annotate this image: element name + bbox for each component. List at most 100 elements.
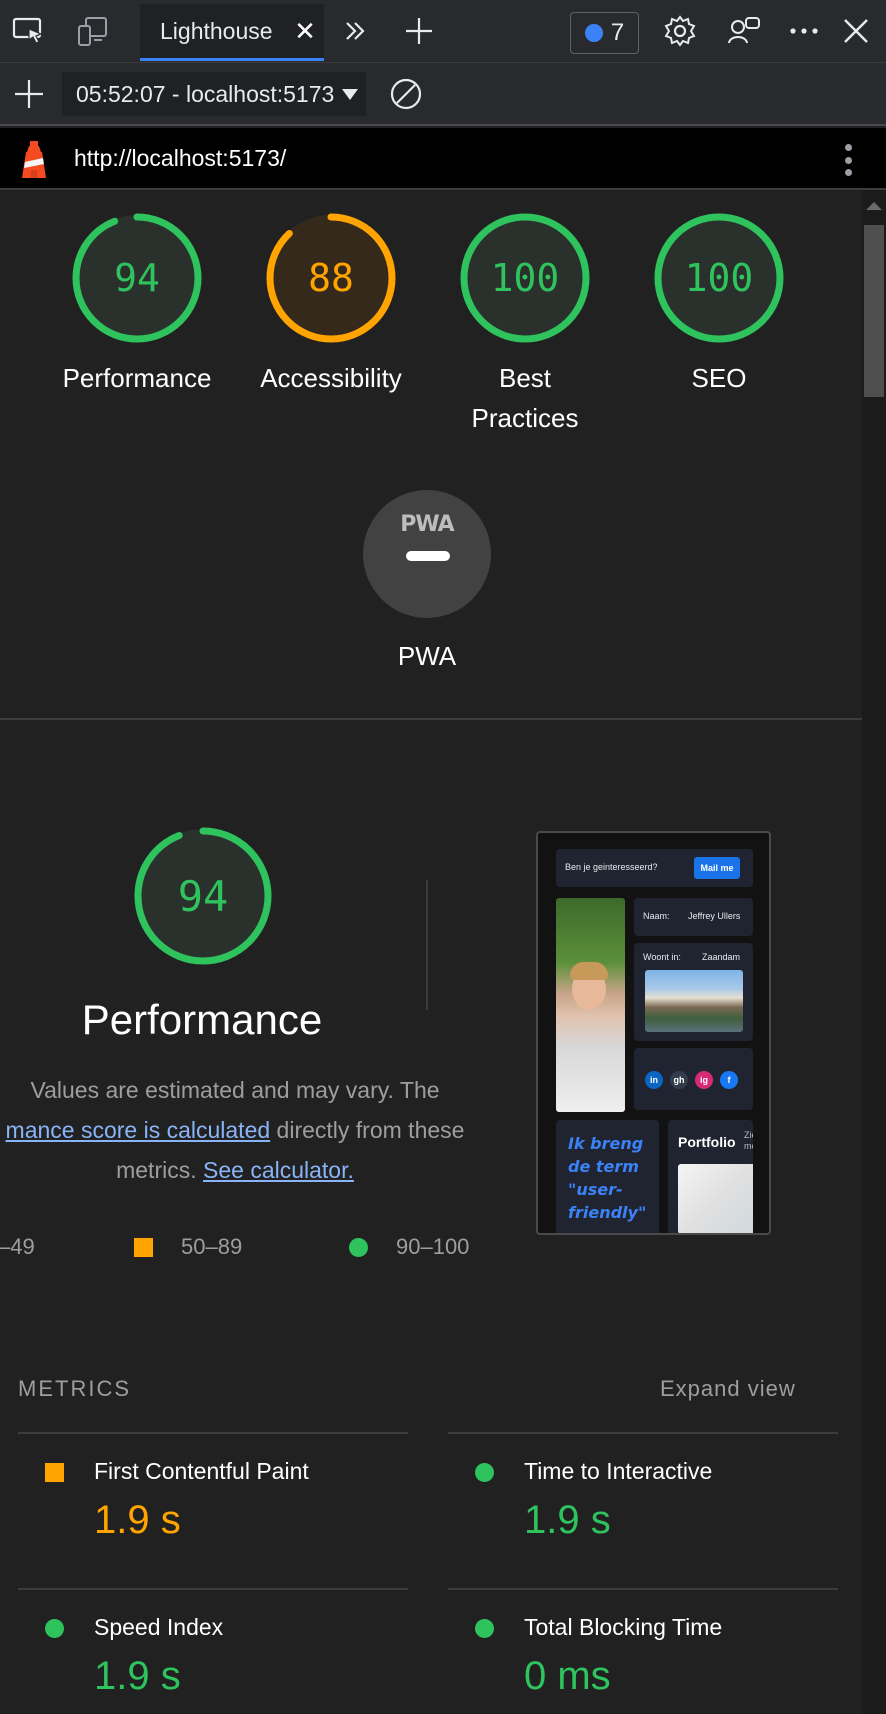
seo-score: 100 [684,256,754,300]
legend-fail-range: –49 [0,1234,35,1259]
close-devtools-icon[interactable] [835,10,877,52]
report-menu-icon[interactable] [838,140,858,180]
tab-lighthouse-label: Lighthouse [160,17,273,44]
more-tabs-icon[interactable] [334,10,376,52]
average-square-icon [45,1463,64,1482]
more-options-icon[interactable] [783,10,825,52]
feedback-icon[interactable] [723,10,765,52]
pass-circle-icon [475,1619,494,1638]
report-select[interactable]: 05:52:07 - localhost:5173 [62,72,366,116]
metrics-heading: METRICS [18,1376,131,1401]
thumb-profile-photo [556,898,625,1112]
thumb-name-label: Naam: [643,911,670,921]
dropdown-arrow-icon [342,88,359,100]
thumb-quote-card: Ik breng de term "user-friendly" [556,1120,659,1233]
accessibility-gauge[interactable]: 88 [263,210,399,346]
report-select-value: 05:52:07 - localhost:5173 [76,80,335,107]
best-practices-gauge[interactable]: 100 [457,210,593,346]
scrollbar-thumb[interactable] [864,225,884,397]
pwa-gauge[interactable]: PWA [363,490,491,618]
performance-description: Values are estimated and may vary. The m… [0,1070,490,1190]
report-url[interactable]: http://localhost:5173/ [74,145,286,172]
gear-icon[interactable] [659,10,701,52]
pass-circle-icon [45,1619,64,1638]
best-practices-label: Best Practices [425,358,625,438]
metric-first-contentful-paint: First Contentful Paint 1.9 s [18,1452,408,1602]
metric-label: First Contentful Paint [94,1458,309,1484]
thumb-city-card: Woont in: Zaandam [634,943,753,1041]
linkedin-icon: in [645,1071,663,1089]
thumb-banner: Ben je geinteresseerd? Mail me [556,849,753,887]
thumb-mail-button: Mail me [694,857,740,879]
average-square-icon [134,1237,153,1257]
tab-lighthouse[interactable]: Lighthouse ✕ [140,4,324,61]
thumb-city-value: Zaandam [702,952,741,962]
score-calculation-link[interactable]: mance score is calculated [6,1117,271,1143]
metric-divider [18,1432,408,1434]
pwa-label: PWA [397,641,457,671]
pass-circle-icon [475,1463,494,1482]
metric-value: 1.9 s [524,1498,611,1542]
thumb-social-card: in gh ig f [634,1048,753,1110]
legend-pass-range: 90–100 [396,1234,470,1259]
pwa-badge-icon: PWA [400,512,454,537]
vertical-divider [426,880,428,1010]
section-divider [0,718,862,720]
best-practices-score: 100 [490,256,560,300]
scroll-up-arrow-icon[interactable] [866,202,882,210]
performance-gauge[interactable]: 94 [69,210,205,346]
thumb-quote: Ik breng de term "user-friendly" [568,1134,647,1222]
pass-circle-icon [349,1237,368,1257]
metric-time-to-interactive: Time to Interactive 1.9 s [448,1452,838,1602]
final-screenshot[interactable]: Ben je geinteresseerd? Mail me Naam: Jef… [536,831,771,1235]
metric-label: Time to Interactive [524,1458,713,1484]
thumb-portfolio-title: Portfolio [678,1134,736,1150]
performance-title: Performance [81,996,323,1043]
metric-total-blocking-time: Total Blocking Time 0 ms [448,1608,838,1714]
metric-value: 0 ms [524,1654,611,1698]
lighthouse-logo-icon [20,140,48,180]
clear-reports-icon[interactable] [385,73,427,115]
expand-view-toggle[interactable]: Expand view [660,1376,796,1402]
issues-icon [584,24,603,42]
legend-average: 50–89 [134,1234,242,1260]
add-tab-icon[interactable] [398,10,440,52]
metric-speed-index: Speed Index 1.9 s [18,1608,408,1714]
devtools-toolbar: Lighthouse ✕ 7 [0,0,886,63]
accessibility-label: Accessibility [260,363,402,393]
metric-value: 1.9 s [94,1654,181,1698]
lighthouse-report: 94 Performance 88 Accessibility 100 Best… [0,190,862,1714]
thumb-name-value: Jeffrey Ullers [688,911,741,921]
thumb-portfolio-image [678,1164,753,1233]
thumb-banner-text: Ben je geinteresseerd? [565,862,658,872]
best-practices-label-line1: Best [498,363,552,393]
facebook-icon: f [720,1071,738,1089]
metric-divider [448,1432,838,1434]
performance-score: 94 [114,256,160,300]
performance-label: Performance [62,363,212,393]
metric-label: Speed Index [94,1614,224,1640]
seo-gauge[interactable]: 100 [651,210,787,346]
report-url-bar: http://localhost:5173/ [0,128,886,190]
inspect-element-icon[interactable] [8,10,50,52]
thumb-name-card: Naam: Jeffrey Ullers [634,898,753,936]
device-toolbar-icon[interactable] [72,10,114,52]
best-practices-label-line2: Practices [471,403,579,433]
thumb-portfolio-more: Zie meer [744,1130,753,1151]
metric-label: Total Blocking Time [524,1614,723,1640]
lighthouse-toolbar: 05:52:07 - localhost:5173 [0,63,886,126]
thumb-city-label: Woont in: [643,952,681,962]
report-scrollbar[interactable] [862,190,886,1714]
github-icon: gh [670,1071,688,1089]
issues-badge[interactable]: 7 [570,12,639,54]
legend-average-range: 50–89 [181,1234,243,1259]
performance-large-gauge: 94 [131,824,275,968]
metric-value: 1.9 s [94,1498,181,1542]
close-tab-icon[interactable]: ✕ [290,16,320,46]
performance-desc-line1: Values are estimated and may vary. The [30,1077,440,1103]
legend-pass: 90–100 [349,1234,469,1260]
new-report-icon[interactable] [8,73,50,115]
see-calculator-link[interactable]: See calculator. [203,1157,354,1183]
pwa-not-applicable-icon [406,551,450,561]
instagram-icon: ig [695,1071,713,1089]
